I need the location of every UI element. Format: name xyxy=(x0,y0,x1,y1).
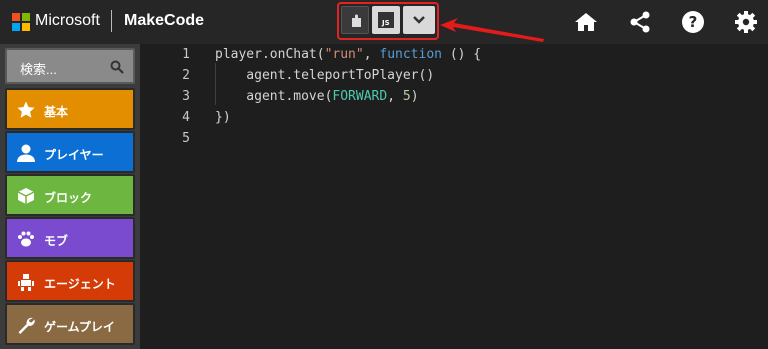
person-icon xyxy=(17,144,35,162)
microsoft-logo-icon xyxy=(12,13,30,31)
code-token-constant: FORWARD xyxy=(332,89,388,104)
code-line[interactable]: agent.move(FORWARD, 5) xyxy=(215,89,419,104)
line-number: 5 xyxy=(182,131,190,146)
robot-icon xyxy=(18,274,34,291)
search-icon xyxy=(110,60,124,74)
category-label: モブ xyxy=(44,234,69,248)
annotation-arrow-icon xyxy=(440,18,544,42)
code-line[interactable]: agent.teleportToPlayer() xyxy=(215,68,434,83)
code-token-number: 5 xyxy=(402,89,411,104)
category-blocks[interactable]: ブロック xyxy=(5,174,135,216)
category-player[interactable]: プレイヤー xyxy=(5,131,135,173)
category-label: プレイヤー xyxy=(44,148,104,162)
gear-icon[interactable] xyxy=(734,10,758,34)
javascript-editor-button[interactable]: JS xyxy=(372,6,400,34)
line-number: 2 xyxy=(182,68,190,83)
category-label: 基本 xyxy=(44,105,69,119)
brand-makecode[interactable]: MakeCode xyxy=(124,12,204,30)
category-mobs[interactable]: モブ xyxy=(5,217,135,259)
code-line[interactable]: player.onChat("run", function () { xyxy=(215,47,481,62)
home-icon[interactable] xyxy=(574,10,598,34)
code-token: , xyxy=(387,89,403,104)
line-number: 4 xyxy=(182,110,190,125)
code-token: player.onChat( xyxy=(215,47,325,62)
editor-dropdown-button[interactable] xyxy=(403,6,435,34)
code-token-keyword: function xyxy=(379,47,442,62)
code-token: agent.move( xyxy=(215,89,333,104)
js-label: JS xyxy=(382,19,390,27)
code-line[interactable]: }) xyxy=(215,110,231,125)
code-token: agent.teleportToPlayer() xyxy=(215,68,435,83)
help-icon[interactable]: ? xyxy=(681,10,705,34)
wrench-icon xyxy=(18,317,35,334)
svg-text:?: ? xyxy=(689,13,698,31)
category-label: ブロック xyxy=(44,191,93,205)
share-icon[interactable] xyxy=(628,10,652,34)
puzzle-icon xyxy=(352,14,361,27)
line-number: 3 xyxy=(182,89,190,104)
category-gameplay[interactable]: ゲームプレイ xyxy=(5,303,135,345)
code-token-string: "run" xyxy=(324,47,364,62)
brand-microsoft[interactable]: Microsoft xyxy=(35,12,100,30)
line-number: 1 xyxy=(182,47,190,62)
code-token: () { xyxy=(442,47,482,62)
code-token: }) xyxy=(215,110,231,125)
blocks-editor-button[interactable] xyxy=(341,6,369,34)
toolbox-search-input[interactable]: 検索... xyxy=(5,48,135,84)
paw-icon xyxy=(18,231,34,247)
cube-icon xyxy=(17,188,35,204)
category-agent[interactable]: エージェント xyxy=(5,260,135,302)
search-placeholder: 検索... xyxy=(20,62,57,77)
js-icon: JS xyxy=(378,12,394,28)
brand-divider xyxy=(111,10,112,32)
category-basic[interactable]: 基本 xyxy=(5,88,135,130)
chevron-down-icon xyxy=(413,16,425,24)
star-icon xyxy=(17,101,35,118)
code-token: , xyxy=(363,47,380,62)
category-label: ゲームプレイ xyxy=(44,320,115,334)
category-label: エージェント xyxy=(44,277,116,291)
code-token: ) xyxy=(410,89,419,104)
